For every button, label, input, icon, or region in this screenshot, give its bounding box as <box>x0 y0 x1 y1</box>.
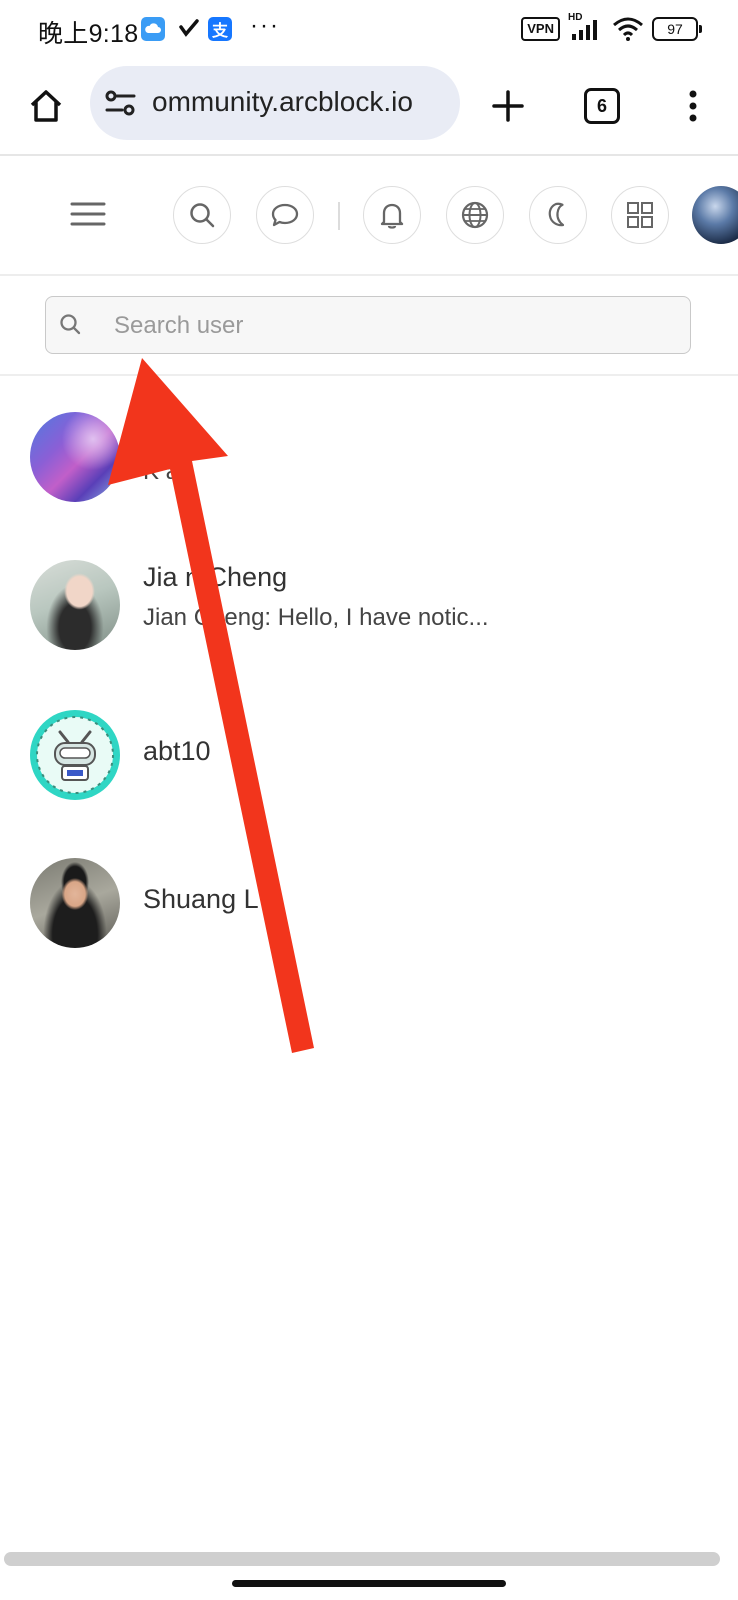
home-indicator[interactable] <box>232 1580 506 1587</box>
home-button[interactable] <box>18 78 74 134</box>
status-right: VPN HD 97 <box>521 12 702 42</box>
notifications-button[interactable] <box>363 186 421 244</box>
signal-icon: HD <box>568 12 604 42</box>
hd-label: HD <box>568 12 583 23</box>
site-header <box>0 156 738 276</box>
user-avatar[interactable] <box>692 186 738 244</box>
avatar <box>30 858 120 948</box>
conversation-preview: Jian Cheng: Hello, I have notic... <box>143 604 489 631</box>
cloud-app-icon <box>141 17 165 41</box>
alipay-glyph: 支 <box>211 23 228 40</box>
avatar <box>30 560 120 650</box>
conversation-item[interactable]: abt10 <box>0 676 738 816</box>
battery-indicator: 97 <box>652 17 702 41</box>
globe-icon <box>461 201 489 229</box>
horizontal-scrollbar[interactable] <box>4 1552 720 1566</box>
tab-count: 6 <box>584 88 620 124</box>
conversation-item[interactable]: Shuang L <box>0 826 738 966</box>
language-button[interactable] <box>446 186 504 244</box>
wifi-icon <box>613 17 643 41</box>
alipay-app-icon: 支 <box>208 17 232 41</box>
plus-icon <box>492 90 524 122</box>
chat-icon <box>271 203 299 227</box>
search-user-input[interactable] <box>112 307 656 345</box>
conversation-item[interactable]: K a: <box>0 376 738 516</box>
conversation-item[interactable]: Jia n Cheng Jian Cheng: Hello, I have no… <box>0 526 738 666</box>
status-time: 晚上9:18 <box>38 20 139 48</box>
browser-menu-button[interactable] <box>665 78 721 134</box>
status-more: ··· <box>250 12 280 39</box>
conversation-name: abt10 <box>143 736 211 766</box>
conversation-preview: K a: <box>143 458 186 485</box>
conversation-name: Shuang L <box>143 884 259 914</box>
avatar <box>30 710 120 800</box>
check-app-icon <box>179 19 199 37</box>
site-settings-icon[interactable] <box>104 88 138 118</box>
grid-icon <box>627 202 653 228</box>
more-vert-icon <box>689 90 697 122</box>
battery-level: 97 <box>667 21 683 37</box>
menu-icon[interactable] <box>70 200 106 228</box>
search-icon <box>190 203 215 228</box>
chat-button[interactable] <box>256 186 314 244</box>
apps-button[interactable] <box>611 186 669 244</box>
robot-icon <box>36 716 114 794</box>
theme-toggle-button[interactable] <box>529 186 587 244</box>
home-icon <box>30 90 62 122</box>
bell-icon <box>380 203 404 229</box>
header-divider <box>338 202 340 230</box>
tab-switcher-button[interactable]: 6 <box>574 78 630 134</box>
conversation-name: Jia n Cheng <box>143 562 288 592</box>
browser-toolbar: ommunity.arcblock.io 6 <box>0 58 738 156</box>
url-text[interactable]: ommunity.arcblock.io <box>152 86 452 118</box>
avatar <box>30 412 120 502</box>
search-button[interactable] <box>173 186 231 244</box>
search-icon <box>60 314 81 335</box>
new-tab-button[interactable] <box>480 78 536 134</box>
user-search-area <box>0 276 738 376</box>
vpn-badge: VPN <box>521 17 560 41</box>
moon-icon <box>548 202 565 227</box>
address-bar[interactable]: ommunity.arcblock.io <box>90 66 460 140</box>
status-bar: 晚上9:18 支 ··· VPN HD 97 <box>0 0 738 58</box>
search-user-box[interactable] <box>45 296 691 354</box>
